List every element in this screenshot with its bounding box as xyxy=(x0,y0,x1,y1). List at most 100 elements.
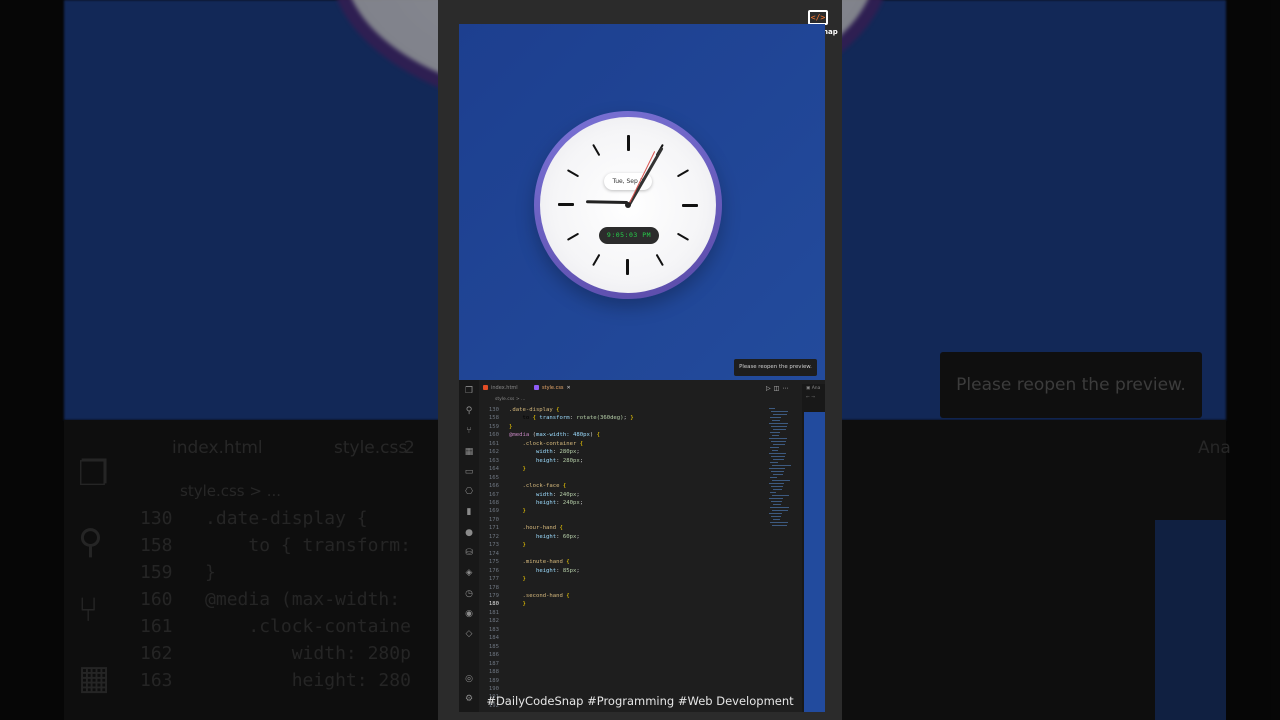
code-line[interactable]: 174 xyxy=(483,550,634,558)
code-line[interactable]: 172 height: 60px; xyxy=(483,533,634,541)
code-line[interactable]: 167 width: 240px; xyxy=(483,491,634,499)
code-line[interactable]: 159} xyxy=(483,423,634,431)
back-icon[interactable]: ← xyxy=(806,395,810,400)
code-line[interactable]: 177 } xyxy=(483,575,634,583)
minimap-line xyxy=(771,456,785,457)
minimap-line xyxy=(770,432,780,433)
line-number: 158 xyxy=(488,415,499,422)
code-line[interactable]: 184 xyxy=(483,634,634,642)
database-icon[interactable]: ⛁ xyxy=(463,547,475,559)
more-actions-icon[interactable]: ⋯ xyxy=(782,385,791,392)
line-number: 183 xyxy=(488,626,499,633)
code-line[interactable]: 190 xyxy=(483,685,634,693)
code-line[interactable]: 189 xyxy=(483,677,634,685)
line-number: 168 xyxy=(488,499,499,506)
code-line[interactable]: 165 xyxy=(483,474,634,482)
copilot-icon[interactable]: ◉ xyxy=(463,608,475,620)
forward-icon[interactable]: → xyxy=(811,395,815,400)
line-number: 187 xyxy=(488,660,499,667)
minimap-line xyxy=(771,411,788,412)
code-line[interactable]: 168 height: 240px; xyxy=(483,499,634,507)
close-icon[interactable]: ✕ xyxy=(567,385,571,391)
line-number: 181 xyxy=(488,609,499,616)
tab-index-html[interactable]: index.html xyxy=(483,382,518,394)
code-line[interactable]: 176 height: 85px; xyxy=(483,567,634,575)
minimap-line xyxy=(772,450,778,451)
line-text: width: 280px; xyxy=(535,449,580,456)
minimap-line xyxy=(770,507,789,508)
code-line[interactable]: 178 xyxy=(483,584,634,592)
source-control-icon[interactable]: ⑂ xyxy=(463,425,475,437)
code-line[interactable]: 130 .date-display { xyxy=(483,406,634,414)
line-number: 176 xyxy=(488,567,499,574)
line-number: 165 xyxy=(488,474,499,481)
github-icon[interactable]: ● xyxy=(463,527,475,539)
code-line[interactable]: 160 @media (max-width: 480px) { xyxy=(483,431,634,439)
minimap-line xyxy=(769,498,783,499)
line-text: .minute-hand { xyxy=(522,559,570,566)
code-line[interactable]: 179 .second-hand { xyxy=(483,592,634,600)
tab-style-css[interactable]: style.css ✕ xyxy=(534,382,571,394)
chart-icon[interactable]: ▮ xyxy=(463,506,475,518)
code-line[interactable]: 171 .hour-hand { xyxy=(483,524,634,532)
minimap-line xyxy=(769,423,788,424)
search-icon[interactable]: ⚲ xyxy=(463,405,475,417)
hashtags-caption: #DailyCodeSnap #Programming #Web Develop… xyxy=(486,694,794,708)
stack-icon[interactable]: ◇ xyxy=(463,628,475,640)
code-line[interactable]: 181 xyxy=(483,609,634,617)
line-number: 190 xyxy=(488,685,499,692)
breadcrumb[interactable]: style.css > ... xyxy=(495,397,525,402)
line-number: 178 xyxy=(488,584,499,591)
line-number: 163 xyxy=(488,457,499,464)
minimap-line xyxy=(771,501,782,502)
minimap-line xyxy=(769,408,775,409)
code-line[interactable]: 187 xyxy=(483,660,634,668)
line-text: .hour-hand { xyxy=(522,525,563,532)
code-line[interactable]: 175 .minute-hand { xyxy=(483,558,634,566)
code-line[interactable]: 180 } xyxy=(483,600,634,608)
code-line[interactable]: 188 xyxy=(483,668,634,676)
run-debug-icon[interactable]: ⎔ xyxy=(463,486,475,498)
line-number: 188 xyxy=(488,669,499,676)
split-editor-icon[interactable]: ◫ xyxy=(774,385,783,392)
minimap-line xyxy=(771,516,781,517)
code-line[interactable]: 173 } xyxy=(483,541,634,549)
line-text: } xyxy=(522,542,526,549)
code-line[interactable]: 166 .clock-face { xyxy=(483,482,634,490)
remote-explorer-icon[interactable]: ▭ xyxy=(463,466,475,478)
minimap-line xyxy=(770,522,788,523)
account-icon[interactable]: ◎ xyxy=(463,673,475,685)
extensions-icon[interactable]: ▦ xyxy=(463,446,475,458)
code-line[interactable]: 163 height: 280px; xyxy=(483,457,634,465)
minimap-line xyxy=(770,447,779,448)
code-line[interactable]: 182 xyxy=(483,617,634,625)
code-line[interactable]: 169 } xyxy=(483,507,634,515)
explorer-icon[interactable]: ❐ xyxy=(463,385,475,397)
minimap-line xyxy=(772,435,779,436)
code-lines[interactable]: 130 .date-display {158 to { transform: ro… xyxy=(483,406,634,710)
code-line[interactable]: 185 xyxy=(483,643,634,651)
line-number: 173 xyxy=(488,542,499,549)
run-icon[interactable]: ▷ xyxy=(766,385,774,392)
code-line[interactable]: 162 width: 280px; xyxy=(483,448,634,456)
line-number: 162 xyxy=(488,449,499,456)
clock-face: Tue, Sep 2 9:05:03 PM xyxy=(540,117,716,293)
code-line[interactable]: 186 xyxy=(483,651,634,659)
reopen-preview-toast[interactable]: Please reopen the preview. xyxy=(734,359,817,376)
minimap-line xyxy=(772,480,790,481)
minimap-line xyxy=(769,438,787,439)
line-number: 179 xyxy=(488,592,499,599)
timeline-icon[interactable]: ◷ xyxy=(463,588,475,600)
minimap-line xyxy=(773,519,780,520)
code-line[interactable]: 183 xyxy=(483,626,634,634)
layers-icon[interactable]: ◈ xyxy=(463,567,475,579)
line-number: 170 xyxy=(488,516,499,523)
code-line[interactable]: 158 to { transform: rotate(360deg); } xyxy=(483,414,634,422)
minimap-line xyxy=(770,477,777,478)
code-line[interactable]: 164 } xyxy=(483,465,634,473)
line-number: 166 xyxy=(488,483,499,490)
code-line[interactable]: 170 xyxy=(483,516,634,524)
minimap[interactable] xyxy=(769,408,795,538)
code-line[interactable]: 161 .clock-container { xyxy=(483,440,634,448)
line-number: 167 xyxy=(488,491,499,498)
